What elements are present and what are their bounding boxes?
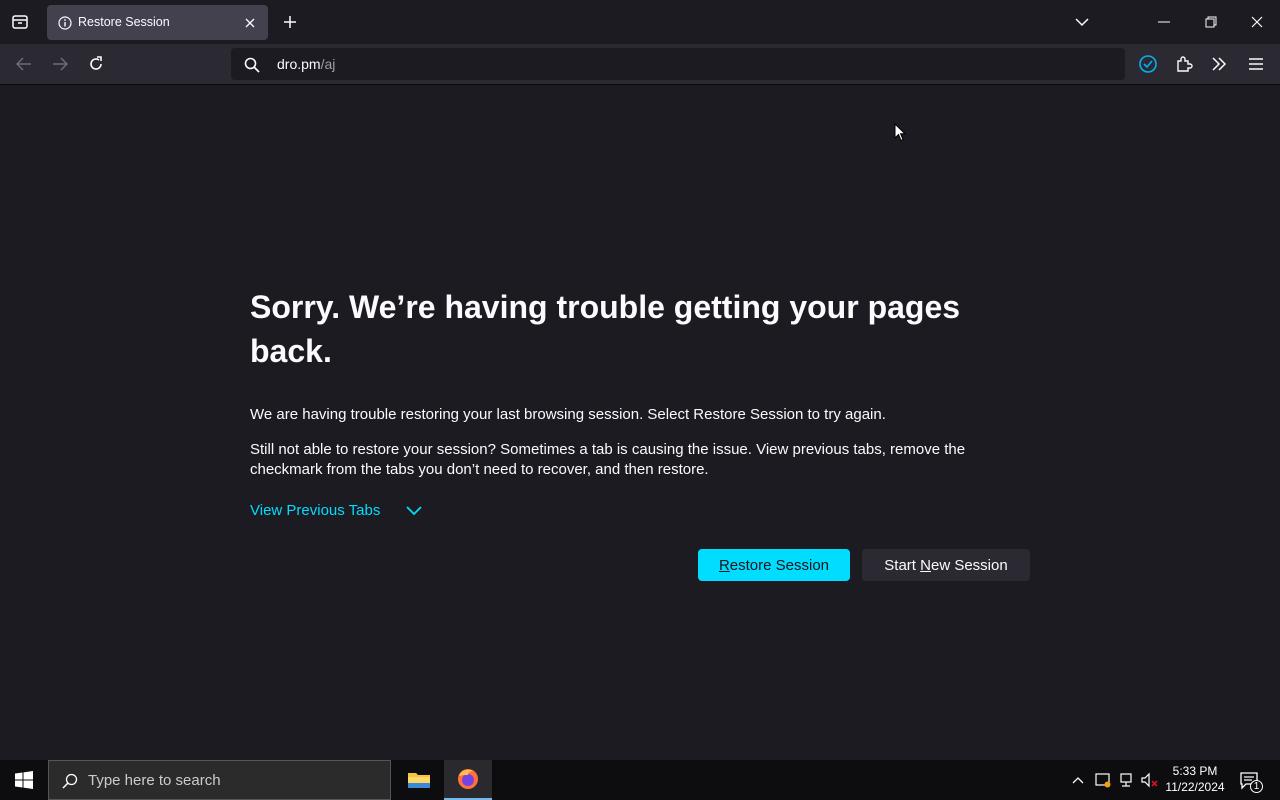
navigation-toolbar: dro.pm/aj: [0, 44, 1280, 85]
search-icon: [61, 772, 79, 790]
restore-window-icon[interactable]: [1199, 10, 1223, 34]
address-bar[interactable]: dro.pm/aj: [231, 48, 1125, 80]
forward-icon[interactable]: [48, 52, 72, 76]
restore-accel-key: R: [718, 556, 730, 574]
notifications-icon[interactable]: 1: [1238, 770, 1263, 793]
close-window-icon[interactable]: [1245, 10, 1269, 34]
windows-taskbar: Type here to search 5:33 PM 11/22/2024 1: [0, 760, 1280, 800]
search-placeholder: Type here to search: [88, 772, 221, 789]
description-text: We are having trouble restoring your las…: [250, 406, 886, 423]
new-session-label-end: ew Session: [930, 556, 1008, 574]
chevron-down-icon[interactable]: [405, 504, 423, 522]
extensions-icon[interactable]: [1172, 52, 1196, 76]
file-explorer-icon[interactable]: [395, 760, 443, 800]
new-tab-icon[interactable]: [278, 10, 302, 34]
restore-session-page: Sorry. We’re having trouble getting your…: [0, 85, 1280, 760]
volume-muted-icon[interactable]: [1141, 771, 1159, 789]
restore-label: estore Session: [729, 556, 830, 574]
url-text[interactable]: dro.pm/aj: [277, 56, 335, 72]
url-host: dro.pm: [277, 56, 321, 72]
taskbar-search[interactable]: Type here to search: [48, 760, 391, 800]
firefox-icon[interactable]: [444, 760, 492, 800]
page-title: Sorry. We’re having trouble getting your…: [250, 289, 961, 369]
new-session-accel-key: N: [920, 556, 931, 574]
overflow-menu-icon[interactable]: [1207, 52, 1231, 76]
network-icon[interactable]: [1118, 771, 1136, 789]
view-previous-tabs-link[interactable]: View Previous Tabs: [250, 502, 380, 519]
tab-bar: Restore Session: [0, 0, 1280, 44]
firefox-view-icon[interactable]: [8, 10, 32, 34]
close-tab-icon[interactable]: [241, 14, 259, 32]
new-session-label-start: Start: [884, 556, 921, 574]
back-icon[interactable]: [12, 52, 36, 76]
system-clock[interactable]: 5:33 PM 11/22/2024: [1160, 763, 1230, 795]
check-circle-icon[interactable]: [1136, 52, 1160, 76]
mouse-cursor-icon: [893, 122, 907, 142]
restore-session-button[interactable]: Restore Session: [698, 549, 850, 581]
start-new-session-button[interactable]: Start New Session: [862, 549, 1030, 581]
tab-title: Restore Session: [78, 15, 170, 29]
clock-time: 5:33 PM: [1172, 764, 1218, 778]
minimize-icon[interactable]: [1152, 10, 1176, 34]
defender-icon[interactable]: [1094, 771, 1112, 789]
chevron-up-icon[interactable]: [1070, 772, 1086, 788]
reload-icon[interactable]: [84, 52, 108, 76]
clock-date: 11/22/2024: [1165, 780, 1225, 794]
search-icon: [243, 56, 261, 74]
info-icon: [57, 15, 72, 30]
notification-count: 1: [1250, 780, 1263, 793]
list-all-tabs-icon[interactable]: [1070, 10, 1094, 34]
url-path: /aj: [320, 56, 336, 72]
tab-restore-session[interactable]: Restore Session: [47, 5, 268, 40]
help-text: Still not able to restore your session? …: [250, 441, 966, 478]
windows-start-icon[interactable]: [12, 770, 36, 790]
hamburger-menu-icon[interactable]: [1244, 52, 1268, 76]
